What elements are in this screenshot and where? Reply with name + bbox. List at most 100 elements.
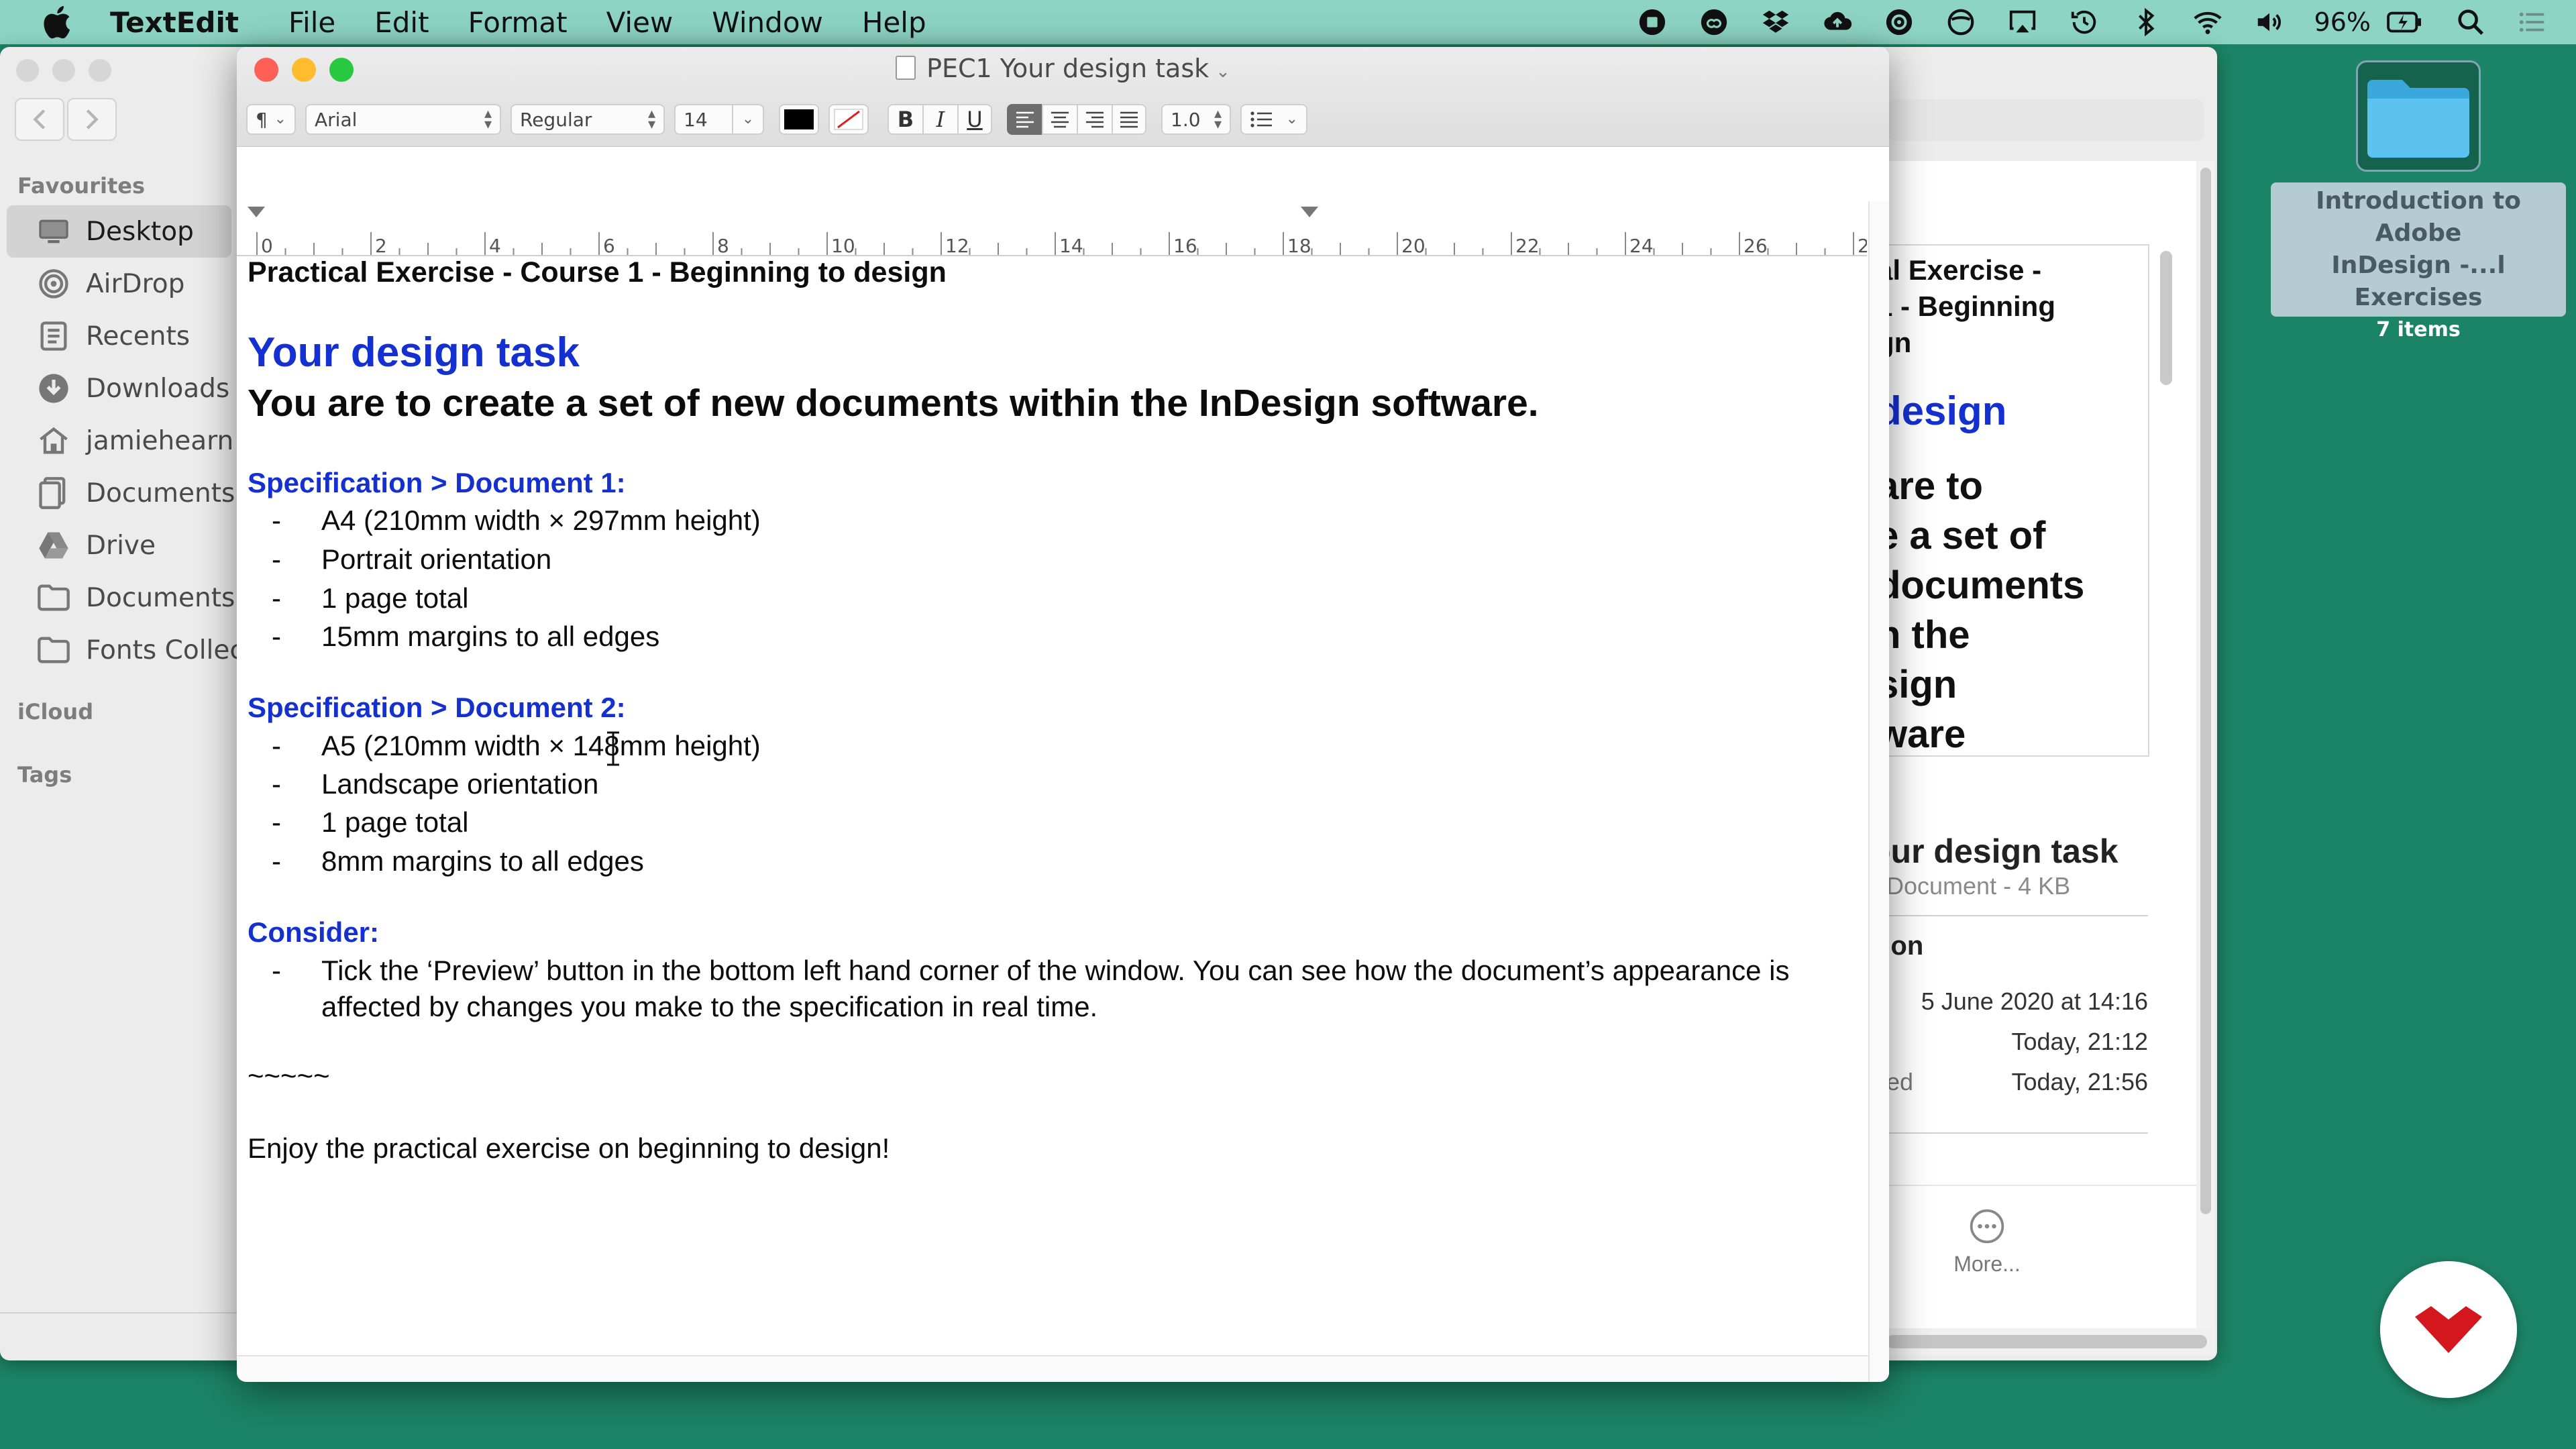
thumbnail-scrollbar[interactable] [2155, 244, 2178, 754]
sync-icon[interactable] [1882, 7, 1916, 38]
document-scrollbar[interactable] [1868, 201, 1889, 1382]
updown-arrows-icon: ▴ ▾ [1214, 105, 1222, 133]
ruler-label: 16 [1173, 235, 1197, 255]
list-item-text: A4 (210mm width × 297mm height) [321, 504, 761, 536]
bullet: - [272, 582, 281, 614]
align-left-button[interactable] [1007, 104, 1042, 135]
align-left-icon [1016, 111, 1034, 128]
sidebar-item-fonts-collection[interactable]: Fonts Collect [0, 624, 254, 676]
document-text-area[interactable]: Practical Exercise - Course 1 - Beginnin… [248, 256, 1871, 1382]
bluetooth-icon[interactable] [2129, 7, 2163, 38]
preview-horizontal-scrollbar[interactable] [1886, 1328, 2215, 1355]
document-proxy-icon[interactable] [896, 56, 916, 80]
airplay-icon[interactable] [2006, 7, 2039, 38]
ruler-label: 6 [603, 235, 615, 255]
sidebar-item-recents[interactable]: Recents [0, 310, 238, 362]
sidebar-item-drive[interactable]: Drive [0, 519, 238, 572]
doc-heading-design-task: Your design task [248, 329, 580, 376]
finder-zoom-button[interactable] [89, 59, 111, 82]
sidebar-item-documents-folder[interactable]: Documents [0, 572, 238, 624]
bullet: - [272, 768, 281, 800]
italic-button[interactable]: I [922, 104, 957, 135]
floating-app-widget[interactable] [2380, 1261, 2517, 1398]
sidebar-item-home[interactable]: jamiehearn [0, 415, 238, 467]
text-color-well[interactable] [779, 104, 819, 135]
menu-help[interactable]: Help [862, 6, 926, 39]
alignment-buttons [1007, 104, 1146, 135]
volume-icon[interactable] [2253, 7, 2286, 38]
list-style-popup[interactable]: ⌄ [1240, 104, 1307, 135]
divider [1886, 1132, 2148, 1134]
right-margin-marker[interactable] [1301, 207, 1318, 217]
list-item-text: A5 (210mm width × 148mm height) [321, 730, 761, 761]
info-value: Today, 21:56 [2011, 1068, 2148, 1095]
ruler[interactable]: 0 2 4 6 8 10 12 14 16 18 20 22 24 26 2 [237, 201, 1867, 256]
bold-button[interactable]: B [888, 104, 922, 135]
creative-cloud-icon[interactable] [1697, 7, 1731, 38]
font-style-popup[interactable]: Regular ▴ ▾ [511, 104, 665, 135]
back-button[interactable] [15, 98, 64, 141]
menu-edit[interactable]: Edit [374, 6, 429, 39]
doc-heading-course: Practical Exercise - Course 1 - Beginnin… [248, 256, 947, 288]
desktop-folder[interactable]: Introduction to Adobe InDesign -...l Exe… [2261, 60, 2576, 341]
screen-record-icon[interactable] [1635, 7, 1669, 38]
finder-sidebar-bottom [0, 1312, 238, 1313]
menu-format[interactable]: Format [468, 6, 568, 39]
spotlight-search-icon[interactable] [2454, 7, 2487, 38]
window-title[interactable]: PEC1 Your design task ⌄ [237, 54, 1889, 83]
align-right-button[interactable] [1077, 104, 1112, 135]
highlight-color-well[interactable] [828, 104, 869, 135]
paragraph-styles-popup[interactable]: ¶ ⌄ [246, 104, 296, 135]
preview-scrollbar[interactable] [2196, 161, 2215, 1328]
cloud-upload-icon[interactable] [1821, 7, 1854, 38]
underline-button[interactable]: U [957, 104, 992, 135]
sidebar-item-documents[interactable]: Documents [0, 467, 238, 519]
chevron-down-icon[interactable]: ⌄ [1216, 62, 1230, 82]
sidebar-item-desktop[interactable]: Desktop [7, 205, 231, 258]
sidebar-heading-tags[interactable]: Tags [0, 762, 238, 788]
font-family-popup[interactable]: Arial ▴ ▾ [305, 104, 501, 135]
menu-view[interactable]: View [606, 6, 674, 39]
finder-search-field[interactable] [1888, 99, 2204, 141]
ruler-label: 10 [831, 235, 855, 255]
more-button[interactable]: More... [1913, 1208, 2061, 1277]
document-bottom-edge [237, 1355, 1868, 1382]
bullet: - [272, 730, 281, 761]
finder-minimize-button[interactable] [52, 59, 75, 82]
wifi-icon[interactable] [2191, 7, 2224, 38]
sidebar-item-downloads[interactable]: Downloads [0, 362, 238, 415]
textedit-window: PEC1 Your design task ⌄ ¶ ⌄ Arial ▴ ▾ Regu… [237, 47, 1889, 1382]
document-thumbnail[interactable]: al Exercise - 1 - Beginning gn design ar… [1886, 244, 2149, 757]
line-spacing-popup[interactable]: 1.0 ▴ ▾ [1161, 104, 1231, 135]
justify-button[interactable] [1112, 104, 1146, 135]
battery-charging-icon[interactable] [2384, 7, 2426, 38]
apple-logo-icon[interactable] [39, 3, 79, 41]
list-item-text: 8mm margins to all edges [321, 845, 644, 877]
google-drive-icon [39, 532, 68, 559]
notification-center-icon[interactable] [2516, 7, 2549, 38]
time-machine-icon[interactable] [2068, 7, 2101, 38]
menu-file[interactable]: File [288, 6, 335, 39]
chevron-down-icon[interactable]: ⌄ [732, 105, 763, 133]
sidebar-item-airdrop[interactable]: AirDrop [0, 258, 238, 310]
dropbox-icon[interactable] [1759, 7, 1792, 38]
font-size-combobox[interactable]: 14 ⌄ [674, 104, 764, 135]
ruler-label: 20 [1401, 235, 1426, 255]
menu-window[interactable]: Window [712, 6, 823, 39]
steering-icon[interactable] [1944, 7, 1978, 38]
ruler-label: 18 [1287, 235, 1311, 255]
sidebar-heading-icloud[interactable]: iCloud [0, 699, 238, 724]
no-highlight-icon [834, 109, 863, 130]
align-center-button[interactable] [1042, 104, 1077, 135]
ruler-ticks: 0 2 4 6 8 10 12 14 16 18 20 22 24 26 2 [248, 207, 1867, 255]
folder-label: Introduction to Adobe InDesign -...l Exe… [2271, 182, 2566, 317]
ruler-label: 4 [489, 235, 501, 255]
info-value: Today, 21:12 [2011, 1028, 2148, 1055]
desktop-icon [39, 219, 68, 244]
downloads-icon [39, 374, 68, 403]
finder-close-button[interactable] [16, 59, 39, 82]
text-color-swatch [784, 109, 814, 129]
menu-app-textedit[interactable]: TextEdit [110, 6, 239, 39]
left-margin-marker[interactable] [248, 207, 265, 217]
forward-button[interactable] [67, 98, 117, 141]
